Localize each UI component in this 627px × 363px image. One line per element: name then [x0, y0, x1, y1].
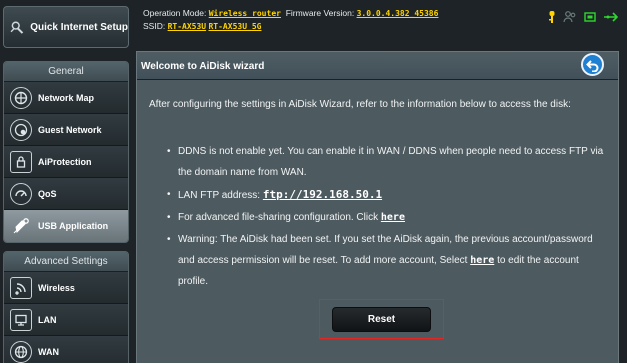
- sidebar-item-lan[interactable]: LAN: [4, 304, 128, 336]
- aiprotection-icon: [10, 150, 32, 173]
- ftp-address-item: LAN FTP address: ftp://192.168.50.1: [167, 184, 607, 206]
- quick-setup-icon: [10, 21, 24, 34]
- back-button[interactable]: [581, 53, 604, 76]
- advanced-sharing-item: For advanced file-sharing configuration.…: [167, 207, 607, 228]
- aidisk-wizard-panel: Welcome to AiDisk wizard After configuri…: [136, 51, 619, 363]
- ftp-address-label: LAN FTP address:: [178, 190, 261, 201]
- ssid-label: SSID:: [143, 21, 166, 31]
- sidebar-general-heading: General: [4, 62, 128, 82]
- sidebar-item-wireless[interactable]: Wireless: [4, 272, 128, 304]
- ssid-link-2[interactable]: RT-AX53U_5G: [208, 22, 261, 31]
- ftp-address-link[interactable]: ftp://192.168.50.1: [263, 188, 382, 201]
- warning-item: Warning: The AiDisk had been set. If you…: [167, 229, 607, 292]
- sidebar-advanced-group: Advanced Settings Wireless LAN WAN: [3, 251, 129, 363]
- operation-mode-line: Operation Mode: Wireless router Firmware…: [143, 8, 438, 18]
- lan-icon: [10, 308, 32, 331]
- ssid-link-1[interactable]: RT-AX53U: [168, 22, 207, 31]
- sidebar-advanced-heading: Advanced Settings: [4, 252, 128, 272]
- qos-icon: [10, 182, 32, 205]
- back-arrow-icon: [585, 59, 598, 72]
- reset-highlight-box: Reset: [319, 299, 444, 339]
- usb-connection-icon[interactable]: [603, 11, 619, 23]
- firmware-label: Firmware Version:: [285, 8, 355, 18]
- users-status-icon[interactable]: [563, 10, 577, 24]
- usb-application-icon: [10, 215, 32, 237]
- guest-network-icon: [10, 118, 32, 141]
- status-bar: Operation Mode: Wireless router Firmware…: [136, 0, 627, 44]
- reset-button[interactable]: Reset: [332, 307, 431, 332]
- sidebar-item-guest-network[interactable]: Guest Network: [4, 114, 128, 146]
- sidebar-item-label: WAN: [38, 347, 59, 357]
- firmware-version-link[interactable]: 3.0.0.4.382_45386: [357, 9, 439, 18]
- quick-internet-setup-label: Quick Internet Setup: [30, 21, 128, 33]
- sidebar-item-qos[interactable]: QoS: [4, 178, 128, 210]
- panel-header: Welcome to AiDisk wizard: [137, 52, 618, 80]
- wan-icon: [10, 341, 32, 363]
- internet-status-icon[interactable]: [583, 10, 597, 24]
- sidebar-item-label: LAN: [38, 314, 57, 325]
- sidebar-general-group: General Network Map Guest Network AiProt…: [3, 61, 129, 243]
- sidebar-item-label: Guest Network: [38, 124, 102, 135]
- sidebar-item-label: QoS: [38, 188, 57, 199]
- usb-status-icon[interactable]: [547, 10, 557, 24]
- advanced-sharing-text: For advanced file-sharing configuration.…: [178, 212, 379, 223]
- sidebar-item-usb-application[interactable]: USB Application: [4, 210, 128, 242]
- quick-internet-setup-button[interactable]: Quick Internet Setup: [3, 6, 129, 48]
- sidebar-item-label: AiProtection: [38, 156, 92, 167]
- wireless-icon: [10, 276, 32, 299]
- sidebar-item-aiprotection[interactable]: AiProtection: [4, 146, 128, 178]
- sidebar-item-label: Network Map: [38, 92, 95, 103]
- edit-account-here-link[interactable]: here: [470, 255, 494, 266]
- sidebar-item-label: Wireless: [38, 282, 75, 293]
- info-list: DDNS is not enable yet. You can enable i…: [167, 141, 607, 293]
- network-map-icon: [10, 86, 32, 109]
- operation-mode-label: Operation Mode:: [143, 8, 207, 18]
- advanced-sharing-here-link[interactable]: here: [381, 212, 405, 223]
- sidebar-item-network-map[interactable]: Network Map: [4, 82, 128, 114]
- intro-text: After configuring the settings in AiDisk…: [149, 99, 571, 110]
- sidebar-item-label: USB Application: [38, 221, 109, 231]
- status-icons: [547, 10, 619, 24]
- operation-mode-link[interactable]: Wireless router: [209, 9, 281, 18]
- sidebar-item-wan[interactable]: WAN: [4, 336, 128, 363]
- ssid-line: SSID: RT-AX53U RT-AX53U_5G: [143, 21, 261, 31]
- panel-title: Welcome to AiDisk wizard: [141, 61, 265, 72]
- ddns-note: DDNS is not enable yet. You can enable i…: [167, 141, 607, 183]
